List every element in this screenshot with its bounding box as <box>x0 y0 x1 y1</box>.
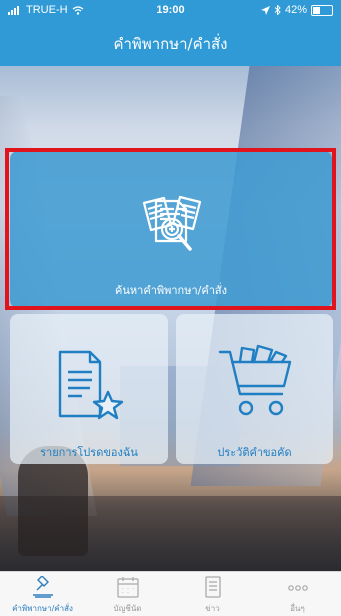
tab-more-label: อื่นๆ <box>290 604 305 613</box>
tab-calendar-label: บัญชีนัด <box>113 604 142 613</box>
battery-percent: 42% <box>284 4 307 16</box>
page-title: คำพิพากษา/คำสั่ง <box>113 35 228 53</box>
more-icon <box>288 585 308 591</box>
location-icon <box>260 5 270 15</box>
status-right: 42% <box>260 4 333 16</box>
bluetooth-icon <box>274 5 281 15</box>
calendar-icon <box>117 577 139 598</box>
history-tile-label: ประวัติคำขอคัด <box>217 446 292 459</box>
tab-news[interactable]: ข่าว <box>170 572 255 616</box>
status-bar: TRUE-H 19:00 42% <box>0 0 341 22</box>
tab-calendar[interactable]: บัญชีนัด <box>85 572 170 616</box>
shopping-cart-icon <box>218 344 294 426</box>
document-star-icon <box>56 348 126 426</box>
battery-fill <box>313 6 320 14</box>
favorites-tile[interactable]: รายการโปรดของฉัน <box>10 314 168 464</box>
document-search-icon <box>138 189 210 265</box>
news-icon <box>205 576 221 598</box>
search-tile-label: ค้นหาคำพิพากษา/คำสั่ง <box>115 284 227 297</box>
tab-bar: คำพิพากษา/คำสั่ง บัญชีนัด ข่าว อื่นๆ <box>0 571 341 616</box>
tab-news-label: ข่าว <box>205 604 220 613</box>
favorites-tile-label: รายการโปรดของฉัน <box>40 446 138 459</box>
request-history-tile[interactable]: ประวัติคำขอคัด <box>176 314 333 464</box>
nav-bar: คำพิพากษา/คำสั่ง <box>0 22 341 66</box>
gavel-icon <box>33 576 53 598</box>
tab-more[interactable]: อื่นๆ <box>255 572 340 616</box>
battery-icon <box>311 4 333 16</box>
tab-judgments[interactable]: คำพิพากษา/คำสั่ง <box>0 572 85 616</box>
tab-judgments-label: คำพิพากษา/คำสั่ง <box>12 604 73 613</box>
search-judgment-tile[interactable]: ค้นหาคำพิพากษา/คำสั่ง <box>10 151 332 308</box>
